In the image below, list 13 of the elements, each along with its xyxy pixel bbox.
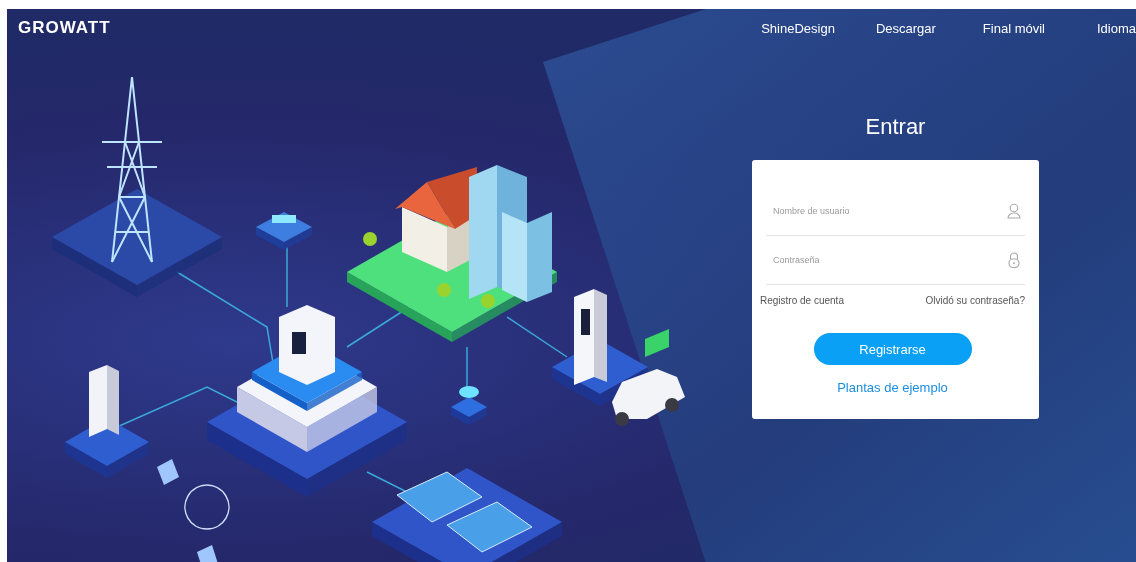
user-icon [1007,203,1021,219]
nav-link[interactable]: ShineDesign [761,20,835,36]
username-field[interactable]: Nombre de usuario [766,205,1007,217]
register-account-link[interactable]: Registro de cuenta [760,295,844,306]
forgot-password-link[interactable]: Olvidó su contraseña? [925,295,1025,306]
lock-icon [1007,252,1021,268]
login-title: Entrar [865,114,926,141]
password-field[interactable]: Contraseña [766,254,1007,266]
nav-link[interactable]: Idioma [1096,20,1136,36]
nav-link[interactable]: Descargar [875,20,936,36]
demo-plants-link[interactable]: Plantas de ejemplo [837,380,948,395]
nav-link[interactable]: Final móvil [982,20,1045,36]
growatt-logo[interactable]: GROWATT [18,18,111,38]
